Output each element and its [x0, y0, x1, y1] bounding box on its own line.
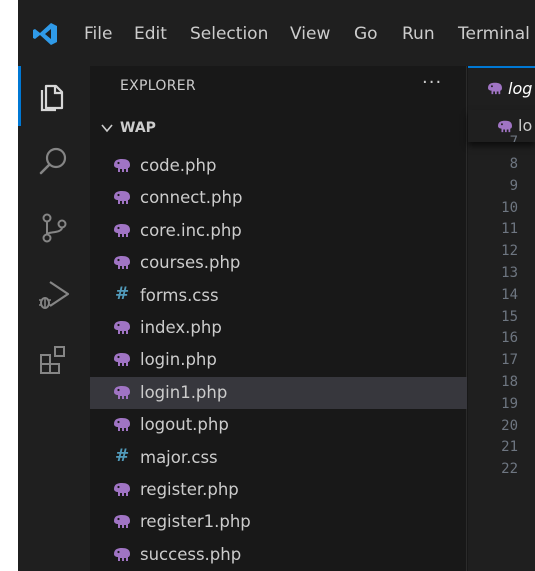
explorer-sidebar: EXPLORER ··· WAP code.php connect.php core…	[90, 66, 467, 571]
php-elephant-icon	[114, 223, 130, 237]
file-item[interactable]: connect.php	[90, 182, 467, 214]
more-actions-button[interactable]: ···	[422, 72, 442, 93]
file-item[interactable]: core.inc.php	[90, 215, 467, 247]
folder-label: WAP	[120, 120, 156, 136]
line-number: 12	[501, 243, 518, 260]
file-label: logout.php	[140, 415, 229, 435]
php-elephant-icon	[114, 256, 130, 270]
php-elephant-icon	[114, 547, 130, 561]
file-label: login.php	[140, 350, 217, 370]
line-number: 22	[501, 461, 518, 478]
php-elephant-icon	[114, 385, 130, 399]
php-elephant-icon	[114, 191, 130, 205]
line-number: 18	[501, 374, 518, 390]
php-elephant-icon	[114, 353, 130, 367]
line-number: 11	[501, 221, 518, 238]
file-item[interactable]: register1.php	[90, 506, 467, 538]
file-label: core.inc.php	[140, 220, 242, 240]
menu-terminal[interactable]: Terminal	[458, 24, 530, 44]
source-control-icon[interactable]	[34, 208, 74, 248]
folder-row-wap[interactable]: WAP	[90, 116, 467, 142]
tab-login1-php[interactable]: log	[468, 66, 535, 110]
menu-go[interactable]: Go	[354, 24, 378, 44]
file-item[interactable]: courses.php	[90, 247, 467, 279]
vscode-logo-icon	[33, 23, 57, 45]
file-item[interactable]: login1.php	[90, 376, 467, 409]
vscode-window: File Edit Selection View Go Run Terminal	[18, 0, 535, 571]
tab-label: log	[508, 79, 533, 98]
active-indicator	[18, 66, 21, 126]
php-elephant-icon	[114, 321, 130, 334]
sidebar-title: EXPLORER	[120, 78, 196, 94]
file-label: code.php	[140, 156, 217, 175]
php-elephant-icon	[114, 418, 130, 432]
file-label: login1.php	[140, 382, 228, 402]
file-label: connect.php	[140, 188, 243, 208]
menu-view[interactable]: View	[290, 24, 330, 44]
file-item[interactable]: register.php	[90, 474, 467, 506]
line-number: 13	[501, 265, 518, 281]
chevron-down-icon	[101, 124, 113, 133]
css-hash-icon: #	[115, 445, 130, 466]
line-number: 9	[509, 177, 518, 194]
menu-file[interactable]: File	[84, 24, 112, 44]
menu-edit[interactable]: Edit	[134, 24, 167, 44]
file-item[interactable]: success.php	[90, 539, 467, 571]
line-number: 14	[501, 286, 518, 303]
file-item[interactable]: # forms.css	[90, 280, 467, 312]
breadcrumb-file[interactable]: lo	[518, 116, 532, 135]
menu-run[interactable]: Run	[402, 24, 435, 44]
line-number: 21	[501, 439, 518, 456]
line-number: 16	[501, 330, 518, 347]
file-label: forms.css	[140, 285, 219, 305]
line-number: 7	[509, 134, 518, 142]
file-item[interactable]: code.php	[90, 150, 467, 182]
css-hash-icon: #	[115, 283, 130, 304]
editor-area: log lo 7 8 9 10 11 12 13 14 15 16 17 18 19 20 21 22	[468, 66, 535, 571]
search-icon[interactable]	[34, 142, 74, 182]
php-elephant-icon	[114, 159, 130, 172]
line-number: 10	[501, 199, 518, 216]
file-label: success.php	[140, 544, 242, 564]
extensions-icon[interactable]	[34, 340, 74, 380]
php-elephant-icon	[488, 82, 502, 95]
run-debug-icon[interactable]	[34, 274, 74, 314]
title-bar: File Edit Selection View Go Run Terminal	[18, 0, 535, 66]
php-elephant-icon	[114, 515, 130, 529]
line-number: 8	[509, 156, 518, 172]
php-elephant-icon	[114, 483, 130, 496]
file-label: register.php	[140, 480, 239, 499]
menu-selection[interactable]: Selection	[190, 24, 268, 44]
php-elephant-icon	[498, 120, 512, 133]
file-label: major.css	[140, 447, 218, 467]
line-number: 19	[501, 395, 518, 412]
file-label: courses.php	[140, 253, 241, 273]
file-item[interactable]: logout.php	[90, 409, 467, 441]
file-item[interactable]: login.php	[90, 344, 467, 376]
line-number: 15	[501, 308, 518, 325]
explorer-icon[interactable]	[34, 76, 74, 116]
file-label: index.php	[140, 318, 222, 337]
file-item[interactable]: index.php	[90, 312, 467, 344]
line-number: 17	[501, 352, 518, 369]
file-item[interactable]: # major.css	[90, 442, 467, 474]
file-label: register1.php	[140, 512, 251, 532]
line-number: 20	[501, 417, 518, 434]
